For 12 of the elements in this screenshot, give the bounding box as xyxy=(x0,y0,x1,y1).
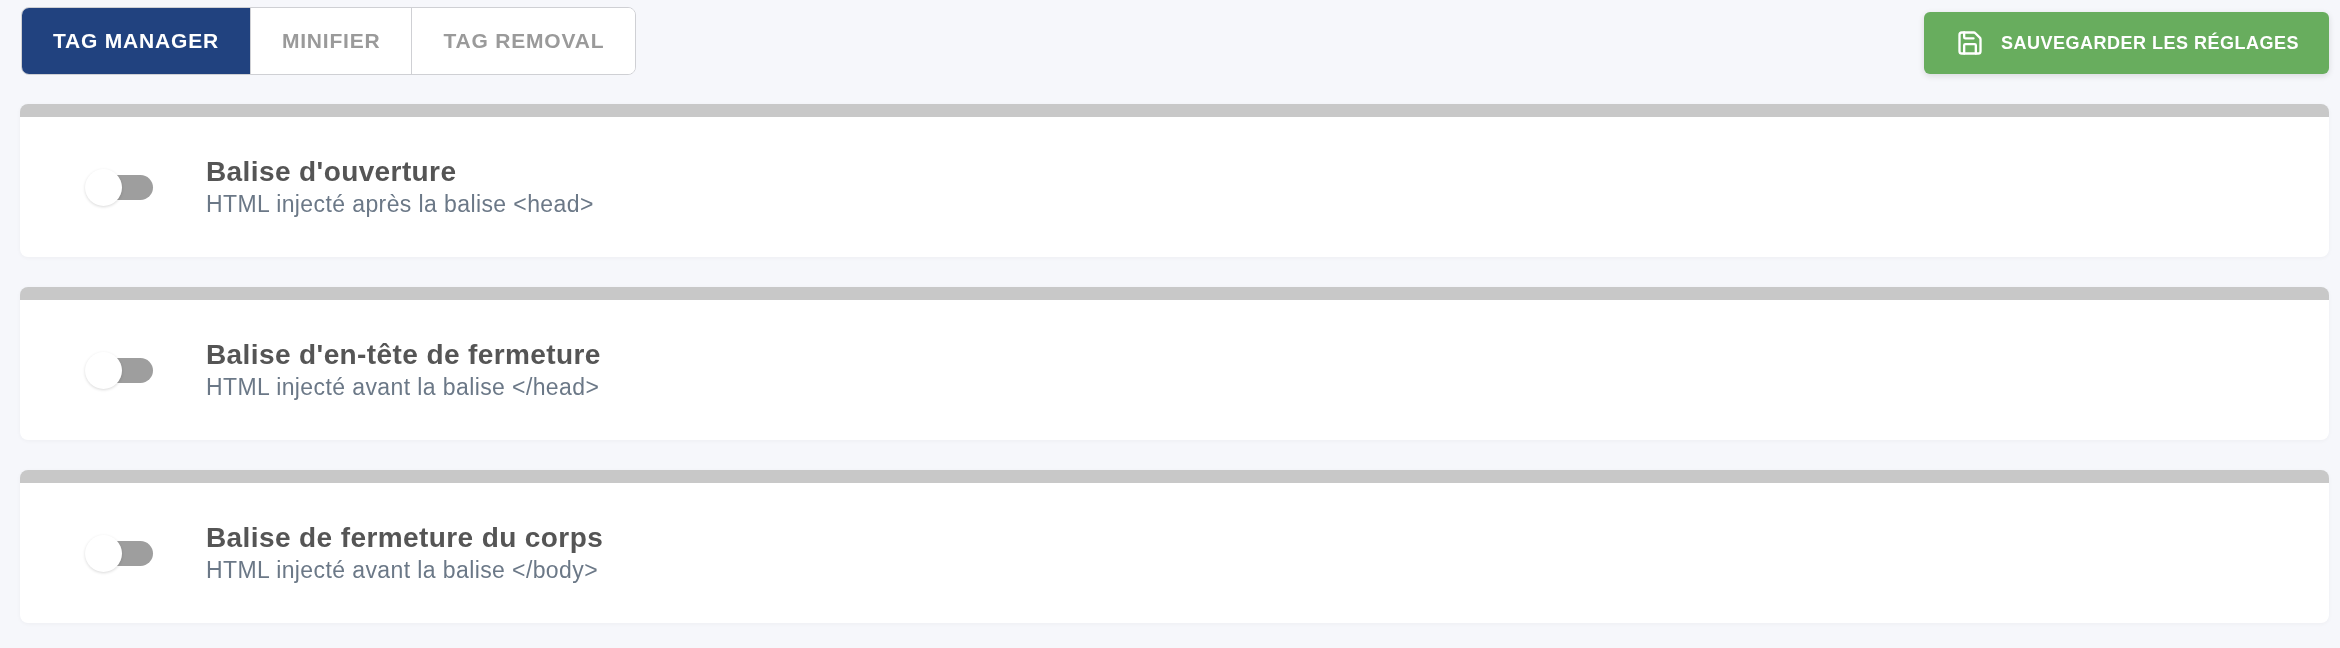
tab[interactable]: TAG MANAGER xyxy=(22,8,250,74)
setting-title: Balise de fermeture du corps xyxy=(206,522,604,554)
setting-description: HTML injecté avant la balise </head> xyxy=(206,374,601,401)
setting-title: Balise d'en-tête de fermeture xyxy=(206,339,601,371)
setting-description: HTML injecté après la balise <head> xyxy=(206,191,594,218)
setting-description: HTML injecté avant la balise </body> xyxy=(206,557,599,584)
tab[interactable]: TAG REMOVAL xyxy=(411,8,636,74)
toggle-switch[interactable] xyxy=(85,534,153,572)
setting-title: Balise d'ouverture xyxy=(206,156,458,188)
toggle-switch[interactable] xyxy=(85,168,153,206)
save-button[interactable]: SAUVEGARDER LES RÉGLAGES xyxy=(1923,12,2329,74)
toggle-switch[interactable] xyxy=(85,351,153,389)
